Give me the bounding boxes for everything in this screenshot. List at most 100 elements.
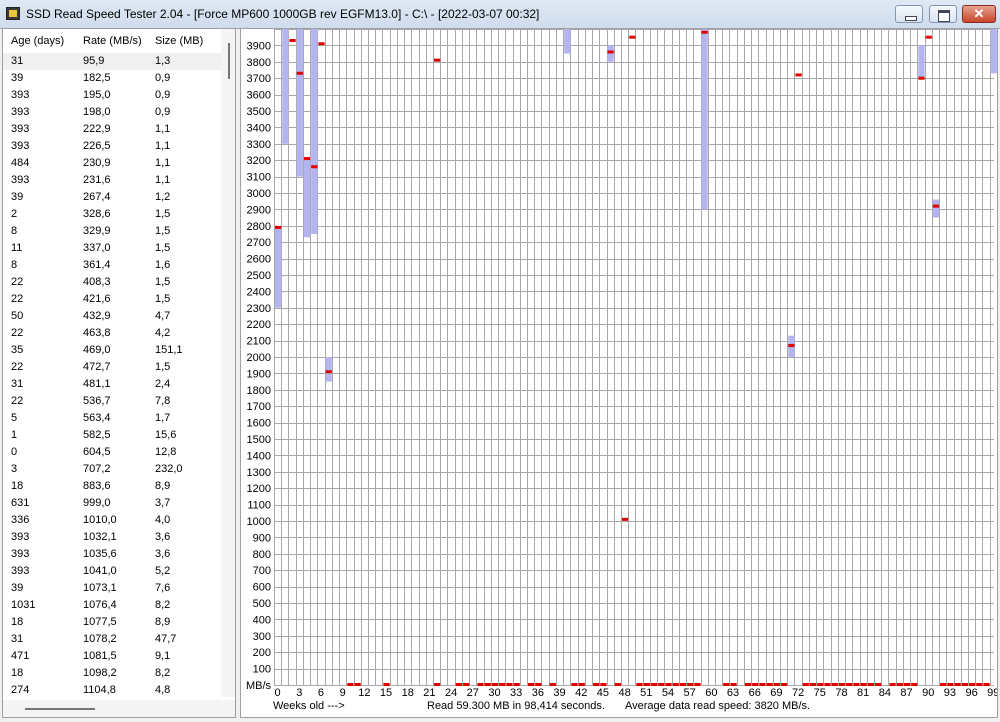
rate-cell: 421,6 — [83, 293, 111, 305]
y-tick-label: 2500 — [247, 270, 271, 282]
list-row[interactable]: 1 582,5 15,6 — [3, 427, 221, 444]
list-row[interactable]: 31 481,1 2,4 — [3, 376, 221, 393]
rate-cell: 1078,2 — [83, 633, 117, 645]
empty-week-marker — [679, 683, 687, 686]
list-row[interactable]: 484 230,9 1,1 — [3, 155, 221, 172]
age-cell: 631 — [11, 497, 30, 509]
rate-cell: 472,7 — [83, 361, 111, 373]
size-cell: 1,1 — [155, 157, 171, 169]
list-row[interactable]: 393 231,6 1,1 — [3, 172, 221, 189]
list-row[interactable]: 18 1077,5 8,9 — [3, 614, 221, 631]
list-row[interactable]: 393 1032,1 3,6 — [3, 529, 221, 546]
empty-week-marker — [354, 683, 361, 686]
y-tick-label: 3500 — [247, 106, 271, 118]
list-row[interactable]: 393 1035,6 3,6 — [3, 546, 221, 563]
average-speed-marker — [289, 38, 296, 42]
x-tick-label: 48 — [618, 687, 630, 699]
list-row[interactable]: 22 463,8 4,2 — [3, 325, 221, 342]
list-row[interactable]: 22 421,6 1,5 — [3, 291, 221, 308]
read-summary: Read 59.300 MB in 98,414 seconds. — [427, 700, 605, 712]
list-row[interactable]: 31 95,9 1,3 — [3, 53, 221, 70]
list-row[interactable]: 22 472,7 1,5 — [3, 359, 221, 376]
list-row[interactable]: 3 707,2 232,0 — [3, 461, 221, 478]
empty-week-marker — [614, 683, 621, 686]
x-tick-label: 51 — [640, 687, 652, 699]
average-speed-marker — [607, 50, 614, 54]
list-row[interactable]: 0 604,5 12,8 — [3, 444, 221, 461]
x-tick-label: 90 — [922, 687, 934, 699]
list-row[interactable]: 393 222,9 1,1 — [3, 121, 221, 138]
list-row[interactable]: 393 195,0 0,9 — [3, 87, 221, 104]
list-row[interactable]: 393 226,5 1,1 — [3, 138, 221, 155]
y-tick-label: 2000 — [247, 352, 271, 364]
list-row[interactable]: 39 1073,1 7,6 — [3, 580, 221, 597]
age-cell: 1031 — [11, 599, 36, 611]
list-row[interactable]: 1031 1076,4 8,2 — [3, 597, 221, 614]
horizontal-scroll-thumb[interactable] — [25, 708, 95, 710]
rate-cell: 1032,1 — [83, 531, 117, 543]
maximize-icon — [938, 10, 950, 22]
empty-week-marker — [903, 683, 911, 686]
list-row[interactable]: 18 1098,2 8,2 — [3, 665, 221, 682]
empty-week-marker — [889, 683, 896, 686]
empty-week-marker — [759, 683, 766, 686]
y-tick-label: 3200 — [247, 155, 271, 167]
y-tick-label: 3600 — [247, 90, 271, 102]
average-speed-marker — [311, 165, 318, 169]
speed-range-bar — [282, 29, 289, 144]
list-row[interactable]: 393 198,0 0,9 — [3, 104, 221, 121]
empty-week-marker — [513, 683, 520, 686]
age-cell: 471 — [11, 650, 30, 662]
average-speed-marker — [795, 73, 802, 77]
age-cell: 39 — [11, 191, 24, 203]
column-header-age[interactable]: Age (days) — [11, 35, 64, 47]
empty-week-marker — [593, 683, 600, 686]
size-cell: 9,1 — [155, 650, 171, 662]
list-row[interactable]: 631 999,0 3,7 — [3, 495, 221, 512]
x-tick-label: 18 — [402, 687, 414, 699]
maximize-button[interactable] — [929, 5, 957, 23]
empty-week-marker — [809, 683, 817, 686]
list-row[interactable]: 336 1010,0 4,0 — [3, 512, 221, 529]
list-row[interactable]: 35 469,0 151,1 — [3, 342, 221, 359]
rate-cell: 604,5 — [83, 446, 111, 458]
list-row[interactable]: 22 536,7 7,8 — [3, 393, 221, 410]
list-row[interactable]: 22 408,3 1,5 — [3, 274, 221, 291]
list-row[interactable]: 2 328,6 1,5 — [3, 206, 221, 223]
y-tick-label: 100 — [253, 664, 271, 676]
list-row[interactable]: 393 1041,0 5,2 — [3, 563, 221, 580]
list-row[interactable]: 50 432,9 4,7 — [3, 308, 221, 325]
minimize-button[interactable] — [895, 5, 923, 23]
list-row[interactable]: 274 1104,8 4,8 — [3, 682, 221, 699]
close-button[interactable]: ✕ — [962, 5, 996, 23]
size-cell: 8,2 — [155, 667, 171, 679]
list-row[interactable]: 471 1081,5 9,1 — [3, 648, 221, 665]
rate-cell: 1098,2 — [83, 667, 117, 679]
list-row[interactable]: 5 563,4 1,7 — [3, 410, 221, 427]
list-row[interactable]: 39 182,5 0,9 — [3, 70, 221, 87]
list-row[interactable]: 31 1078,2 47,7 — [3, 631, 221, 648]
size-cell: 1,5 — [155, 208, 171, 220]
size-cell: 0,9 — [155, 89, 171, 101]
x-tick-label: 36 — [532, 687, 544, 699]
vertical-scroll-thumb[interactable] — [228, 43, 230, 79]
empty-week-marker — [744, 683, 752, 686]
y-tick-label: 1700 — [247, 401, 271, 413]
vertical-scrollbar[interactable] — [221, 29, 235, 697]
age-cell: 393 — [11, 140, 30, 152]
age-cell: 5 — [11, 412, 18, 424]
list-row[interactable]: 18 883,6 8,9 — [3, 478, 221, 495]
column-header-rate[interactable]: Rate (MB/s) — [83, 35, 142, 47]
size-cell: 7,8 — [155, 395, 171, 407]
average-speed-marker — [918, 76, 925, 80]
rate-cell: 1104,8 — [83, 684, 116, 696]
x-tick-label: 6 — [318, 687, 324, 699]
column-header-size[interactable]: Size (MB) — [155, 35, 203, 47]
x-tick-label: 27 — [467, 687, 479, 699]
y-tick-label: 1500 — [247, 434, 271, 446]
list-row[interactable]: 11 337,0 1,5 — [3, 240, 221, 257]
empty-week-marker — [455, 683, 462, 686]
list-row[interactable]: 39 267,4 1,2 — [3, 189, 221, 206]
list-row[interactable]: 8 361,4 1,6 — [3, 257, 221, 274]
list-row[interactable]: 8 329,9 1,5 — [3, 223, 221, 240]
